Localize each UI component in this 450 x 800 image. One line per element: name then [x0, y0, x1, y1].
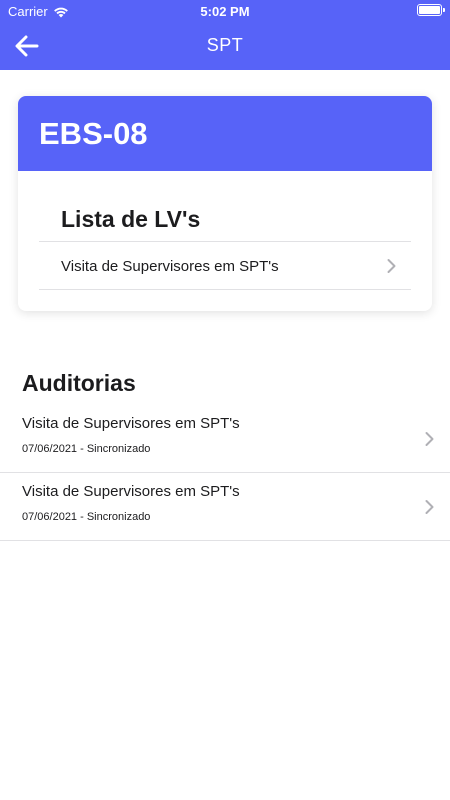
audits-section-title: Auditorias — [22, 370, 136, 396]
app-header: Carrier 5:02 PM SPT — [0, 0, 450, 70]
chevron-right-icon — [425, 499, 434, 514]
clock: 5:02 PM — [200, 4, 250, 19]
checklist-item[interactable]: Visita de Supervisores em SPT's — [39, 242, 411, 290]
page-title: SPT — [206, 35, 244, 55]
status-bar: Carrier 5:02 PM — [0, 0, 450, 22]
checklist-item-label: Visita de Supervisores em SPT's — [61, 257, 279, 275]
chevron-right-icon — [425, 431, 434, 446]
audit-list-item[interactable]: Visita de Supervisores em SPT's 07/06/20… — [0, 405, 450, 473]
audit-title: Visita de Supervisores em SPT's — [22, 483, 240, 500]
audit-list-item[interactable]: Visita de Supervisores em SPT's 07/06/20… — [0, 473, 450, 541]
chevron-right-icon — [387, 259, 396, 273]
divider — [39, 289, 411, 290]
checklist-section-title: Lista de LV's — [61, 206, 201, 232]
audit-title: Visita de Supervisores em SPT's — [22, 415, 240, 432]
station-card: EBS-08 Lista de LV's Visita de Superviso… — [18, 96, 432, 311]
audit-subtitle: 07/06/2021 - Sincronizado — [22, 511, 151, 523]
station-code: EBS-08 — [18, 96, 432, 171]
audit-subtitle: 07/06/2021 - Sincronizado — [22, 443, 151, 455]
nav-bar: SPT — [0, 22, 450, 70]
battery-icon — [417, 4, 445, 16]
